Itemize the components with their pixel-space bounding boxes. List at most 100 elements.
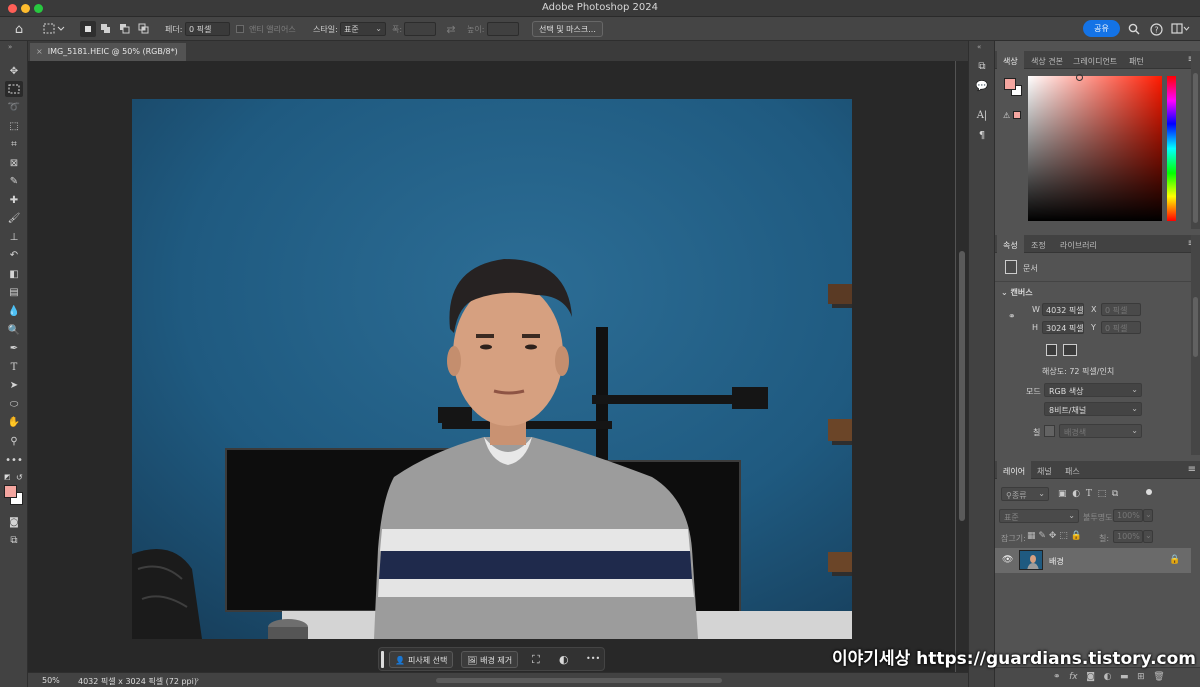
properties-scrollbar[interactable] — [1191, 235, 1200, 455]
eyedropper-tool-icon[interactable]: ✎ — [5, 173, 23, 189]
opacity-dropdown[interactable]: ⌄ — [1143, 509, 1153, 522]
eye-icon[interactable]: 👁 — [1002, 555, 1013, 565]
bit-depth-select[interactable]: 8비트/채널 ⌄ — [1044, 402, 1142, 416]
fx-icon[interactable]: fx — [1069, 672, 1078, 682]
shape-tool-icon[interactable]: ⬭ — [5, 396, 23, 412]
collapse-icon[interactable]: » — [8, 43, 12, 51]
properties-scroll-thumb[interactable] — [1193, 297, 1198, 357]
add-selection-icon[interactable] — [98, 21, 114, 37]
canvas-section-header[interactable]: ⌄ 캔버스 — [1001, 287, 1033, 298]
foreground-color-swatch[interactable] — [4, 485, 17, 498]
gamut-color-chip[interactable] — [1013, 111, 1021, 119]
gamut-warning-icon[interactable]: ⚠ — [1003, 111, 1010, 120]
width-input[interactable] — [404, 22, 436, 36]
select-and-mask-button[interactable]: 선택 및 마스크... — [532, 21, 603, 37]
new-group-icon[interactable]: ▬ — [1120, 672, 1129, 682]
new-adjustment-icon[interactable]: ◐ — [1104, 672, 1112, 682]
link-layers-icon[interactable]: ⚭ — [1053, 672, 1061, 682]
dodge-tool-icon[interactable]: 🔍 — [5, 322, 23, 338]
shape-filter-icon[interactable]: ⬚ — [1098, 489, 1107, 499]
color-mode-select[interactable]: RGB 색상 ⌄ — [1044, 383, 1142, 397]
chevron-right-icon[interactable]: › — [196, 675, 199, 684]
swap-colors-icon[interactable]: ↺ — [16, 473, 23, 482]
opacity-input[interactable]: 100% — [1113, 509, 1143, 522]
new-selection-icon[interactable] — [80, 21, 96, 37]
zoom-tool-icon[interactable]: ⚲ — [5, 433, 23, 449]
blur-tool-icon[interactable]: 💧 — [5, 303, 23, 319]
add-mask-icon[interactable]: ◙ — [1086, 672, 1095, 682]
crop-tool-icon[interactable]: ⌗ — [5, 136, 23, 152]
tab-channels[interactable]: 채널 — [1031, 461, 1058, 479]
foreground-color-chip[interactable] — [1004, 78, 1016, 90]
canvas-height-input[interactable]: 3024 픽셀 — [1042, 321, 1084, 334]
marquee-preset-icon[interactable] — [42, 21, 66, 37]
tab-color[interactable]: 색상 — [997, 51, 1024, 69]
collapse-icon[interactable]: « — [977, 43, 981, 51]
color-picker-field[interactable] — [1028, 74, 1162, 221]
rectangular-marquee-tool-icon[interactable] — [5, 81, 23, 97]
lock-all-icon[interactable]: 🔒 — [1071, 531, 1082, 541]
type-filter-icon[interactable]: T — [1086, 489, 1092, 499]
clone-stamp-tool-icon[interactable]: ⊥ — [5, 229, 23, 245]
search-icon[interactable] — [1126, 21, 1142, 37]
screen-mode-icon[interactable]: ⧉ — [5, 532, 23, 548]
more-options-icon[interactable]: ••• — [586, 654, 600, 663]
lasso-tool-icon[interactable]: ➰ — [5, 99, 23, 115]
tab-paths[interactable]: 패스 — [1059, 461, 1086, 479]
color-panel-scroll-thumb[interactable] — [1193, 73, 1198, 223]
frame-tool-icon[interactable]: ⊠ — [5, 155, 23, 171]
character-panel-icon[interactable]: A| — [974, 107, 990, 123]
canvas-y-input[interactable]: 0 픽셀 — [1101, 321, 1141, 334]
workspace-icon[interactable] — [1170, 21, 1192, 37]
subtract-selection-icon[interactable] — [117, 21, 133, 37]
default-colors-icon[interactable]: ◩ — [4, 473, 11, 481]
lock-icon[interactable]: 🔒 — [1169, 555, 1180, 565]
new-layer-icon[interactable]: ⊞ — [1137, 672, 1145, 682]
landscape-orientation-icon[interactable] — [1063, 344, 1077, 356]
help-icon[interactable]: ? — [1148, 21, 1164, 37]
lock-position-icon[interactable]: ✥ — [1049, 531, 1057, 541]
fill-select[interactable]: 배경색 ⌄ — [1059, 424, 1142, 438]
more-tools-icon[interactable]: ••• — [5, 452, 23, 468]
style-select[interactable]: 표준 ⌄ — [340, 22, 386, 36]
height-input[interactable] — [487, 22, 519, 36]
intersect-selection-icon[interactable] — [136, 21, 152, 37]
vertical-scrollbar[interactable] — [956, 61, 968, 672]
panel-menu-icon[interactable]: ≡ — [1188, 464, 1196, 475]
document-tab[interactable]: × IMG_5181.HEIC @ 50% (RGB/8*) — [30, 43, 186, 61]
quick-mask-icon[interactable]: ◙ — [5, 514, 23, 530]
color-picker-cursor[interactable] — [1076, 74, 1083, 81]
layer-fill-input[interactable]: 100% — [1113, 530, 1143, 543]
tab-layers[interactable]: 레이어 — [997, 461, 1032, 479]
adjustment-icon[interactable]: ◐ — [559, 653, 569, 666]
link-icon[interactable]: ⚭ — [1008, 312, 1016, 322]
color-panel-scrollbar[interactable] — [1191, 51, 1200, 229]
fill-color-chip[interactable] — [1044, 425, 1055, 437]
smart-object-filter-icon[interactable]: ⧉ — [1112, 489, 1118, 499]
hue-slider[interactable] — [1167, 76, 1176, 221]
transform-icon[interactable]: ⛶ — [532, 653, 540, 667]
zoom-level[interactable]: 50% — [42, 676, 60, 685]
feather-input[interactable]: 0 픽셀 — [185, 22, 230, 36]
comments-panel-icon[interactable]: 💬 — [974, 78, 990, 94]
gradient-tool-icon[interactable]: ▤ — [5, 284, 23, 300]
hand-tool-icon[interactable]: ✋ — [5, 414, 23, 430]
object-selection-tool-icon[interactable]: ⬚ — [5, 118, 23, 134]
pen-tool-icon[interactable]: ✒ — [5, 340, 23, 356]
path-selection-tool-icon[interactable]: ➤ — [5, 377, 23, 393]
document-info[interactable]: 4032 픽셀 x 3024 픽셀 (72 ppi) — [78, 676, 197, 687]
swap-icon[interactable]: ⇄ — [443, 21, 459, 37]
tab-patterns[interactable]: 패턴 — [1123, 51, 1150, 69]
close-tab-icon[interactable]: × — [36, 47, 43, 56]
vertical-scroll-thumb[interactable] — [959, 251, 965, 521]
tab-libraries[interactable]: 라이브러리 — [1054, 235, 1103, 253]
history-brush-tool-icon[interactable]: ↶ — [5, 247, 23, 263]
adjustment-filter-icon[interactable]: ◐ — [1072, 489, 1080, 499]
pixel-filter-icon[interactable]: ▣ — [1058, 489, 1067, 499]
eraser-tool-icon[interactable]: ◧ — [5, 266, 23, 282]
paragraph-panel-icon[interactable]: ¶ — [974, 127, 990, 143]
tab-swatches[interactable]: 색상 견본 — [1025, 51, 1069, 69]
layer-row[interactable]: 👁 배경 🔒 — [995, 548, 1191, 573]
portrait-orientation-icon[interactable] — [1046, 344, 1057, 356]
tab-gradients[interactable]: 그레이디언트 — [1067, 51, 1123, 69]
